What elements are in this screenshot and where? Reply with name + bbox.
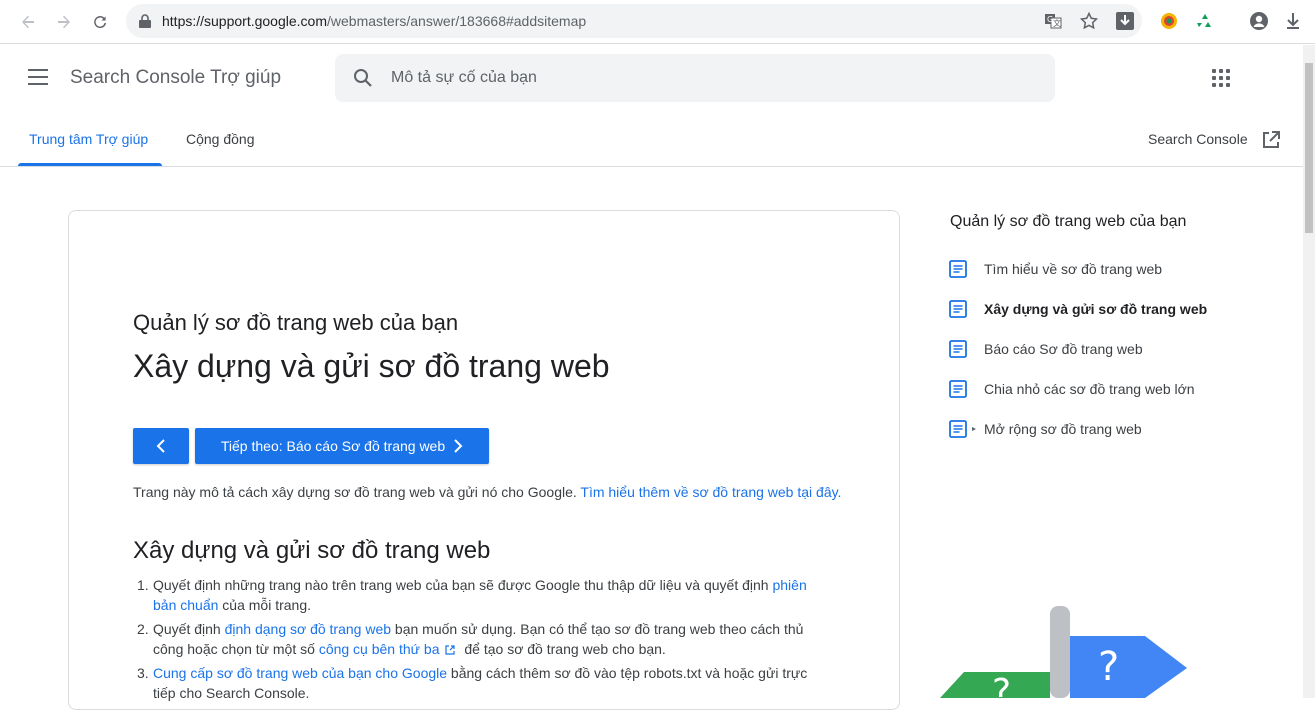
intro-text: Trang này mô tả cách xây dựng sơ đồ tran… [133,484,577,500]
next-button-label: Tiếp theo: Báo cáo Sơ đồ trang web [220,438,446,454]
sidebar-title: Quản lý sơ đồ trang web của bạn [950,213,1187,230]
steps-list: 1. Quyết định những trang nào trên trang… [133,575,833,707]
step-number: 3. [137,665,149,681]
section-title: Xây dựng và gửi sơ đồ trang web [133,537,491,564]
sidebar-item-build-submit[interactable]: Xây dựng và gửi sơ đồ trang web [948,297,1248,321]
search-input[interactable] [391,66,1031,90]
back-icon[interactable] [16,10,40,34]
external-link-icon [444,645,455,655]
article-icon [949,420,967,438]
svg-text:?: ? [1098,644,1119,690]
profile-icon[interactable] [1248,10,1270,32]
reload-icon[interactable] [88,10,112,34]
apps-grid-icon[interactable] [1212,69,1230,87]
article-icon [949,380,967,398]
sidebar-item-extend-sitemaps[interactable]: Mở rộng sơ đồ trang web [948,417,1248,441]
chevron-left-icon [156,439,165,453]
svg-text:?: ? [992,672,1011,698]
tab-help-center[interactable]: Trung tâm Trợ giúp [29,131,148,147]
signpost-illustration-icon: ? ? [940,606,1187,698]
lock-icon [139,14,151,28]
sidebar-item-label: Báo cáo Sơ đồ trang web [984,341,1143,357]
step-text: để tạo sơ đồ trang web cho bạn. [460,641,666,657]
step-number: 2. [137,621,149,637]
extension-colorful-icon[interactable] [1158,10,1180,32]
article-icon [949,260,967,278]
forward-icon[interactable] [52,10,76,34]
list-item: 1. Quyết định những trang nào trên trang… [133,575,833,615]
active-tab-indicator [18,163,162,166]
step-number: 1. [137,577,149,593]
address-bar[interactable]: https://support.google.com/webmasters/an… [126,4,1142,38]
tab-community[interactable]: Cộng đồng [186,131,255,147]
chevron-right-icon [454,439,463,453]
intro-paragraph: Trang này mô tả cách xây dựng sơ đồ tran… [133,484,841,500]
sidebar-item-learn-sitemaps[interactable]: Tìm hiểu về sơ đồ trang web [948,257,1248,281]
translate-icon[interactable]: G文 [1044,12,1062,30]
sidebar-item-label: Tìm hiểu về sơ đồ trang web [984,261,1163,277]
downloads-icon[interactable] [1282,10,1304,32]
article-icon [949,300,967,318]
step-text: của mỗi trang. [218,597,312,613]
product-name[interactable]: Search Console Trợ giúp [70,67,281,89]
learn-more-link[interactable]: Tìm hiểu thêm về sơ đồ trang web tại đây… [580,484,841,500]
open-in-new-icon[interactable] [1262,131,1280,149]
search-icon[interactable] [353,68,373,88]
list-item: 3. Cung cấp sơ đồ trang web của bạn cho … [133,663,833,703]
help-header: Search Console Trợ giúp Trung tâm Trợ gi… [0,45,1303,167]
download-extension-icon[interactable] [1116,12,1134,30]
browser-toolbar: https://support.google.com/webmasters/an… [0,0,1315,44]
sidebar-item-label: Chia nhỏ các sơ đồ trang web lớn [984,381,1195,397]
bookmark-star-icon[interactable] [1080,12,1098,30]
page-title: Xây dựng và gửi sơ đồ trang web [133,348,610,384]
scrollbar-thumb[interactable] [1305,63,1313,233]
sidebar-item-label: Mở rộng sơ đồ trang web [984,421,1142,437]
url-host: https://support.google.com [162,13,327,29]
step-text: Quyết định những trang nào trên trang we… [153,577,773,593]
url-text: https://support.google.com/webmasters/an… [162,13,586,29]
menu-icon[interactable] [28,69,48,85]
sidebar-item-sitemaps-report[interactable]: Báo cáo Sơ đồ trang web [948,337,1248,361]
search-console-link[interactable]: Search Console [1148,131,1248,147]
next-button[interactable]: Tiếp theo: Báo cáo Sơ đồ trang web [195,428,489,464]
svg-text:文: 文 [1053,18,1061,28]
page-scrollbar[interactable] [1303,45,1315,698]
sitemap-format-link[interactable]: định dạng sơ đồ trang web [225,621,391,637]
recycle-extension-icon[interactable] [1194,10,1216,32]
url-path: /webmasters/answer/183668#addsitemap [327,13,587,29]
submit-sitemap-link[interactable]: Cung cấp sơ đồ trang web của bạn cho Goo… [153,665,447,681]
expand-arrow-icon [972,427,976,431]
search-box[interactable] [335,54,1055,102]
sidebar-item-split-large[interactable]: Chia nhỏ các sơ đồ trang web lớn [948,377,1248,401]
previous-button[interactable] [133,428,189,464]
sidebar-item-label: Xây dựng và gửi sơ đồ trang web [984,301,1208,317]
step-text: Quyết định [153,621,225,637]
third-party-tools-link[interactable]: công cụ bên thứ ba [319,641,440,657]
article-icon [949,340,967,358]
article-parent-title: Quản lý sơ đồ trang web của bạn [133,310,459,335]
list-item: 2. Quyết định định dạng sơ đồ trang web … [133,619,833,659]
